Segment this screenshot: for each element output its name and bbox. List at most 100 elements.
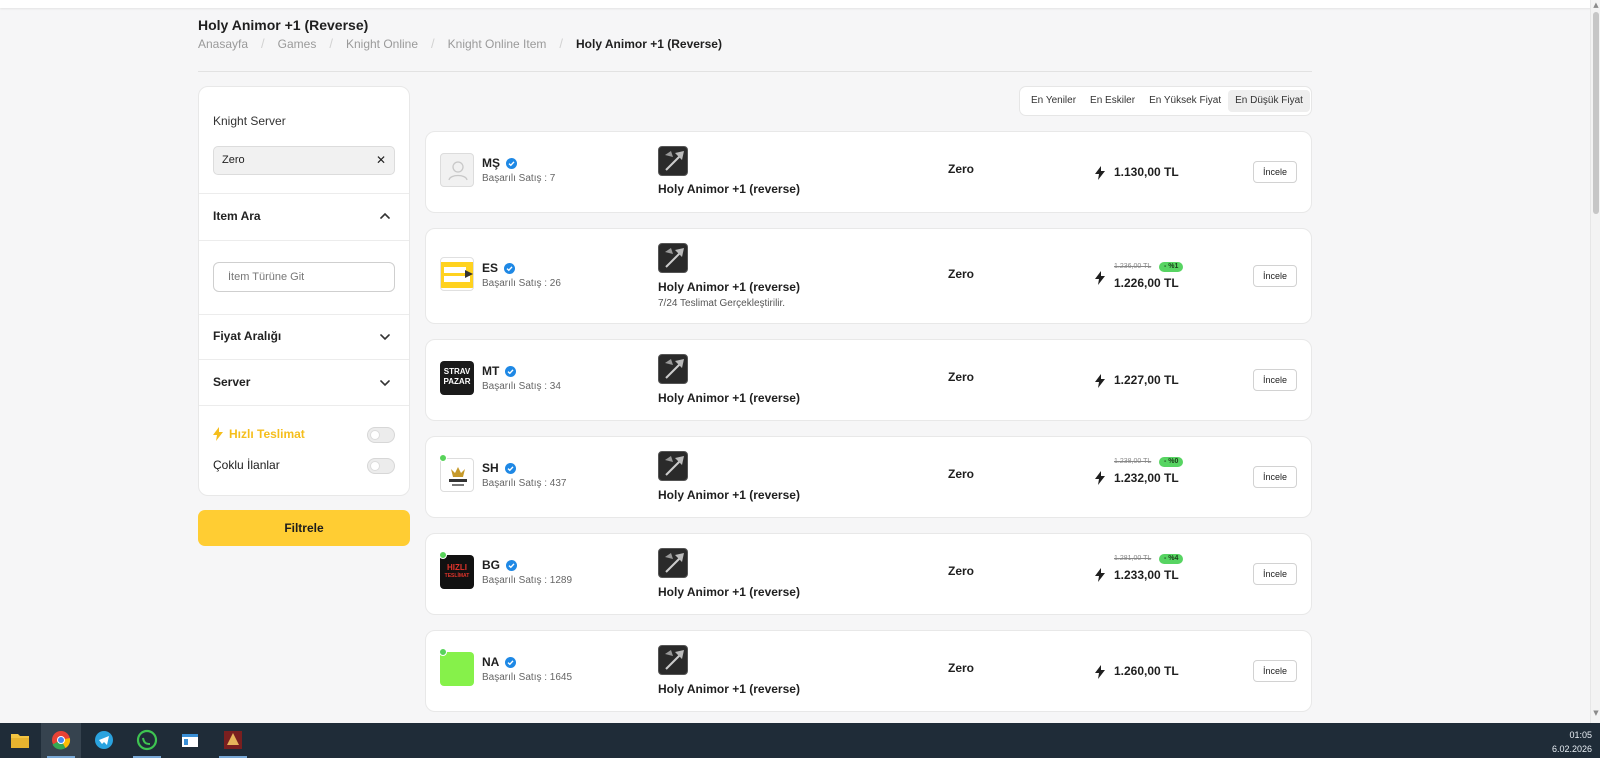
item-name: Holy Animor +1 (reverse) bbox=[658, 488, 800, 502]
axe-item-icon bbox=[658, 451, 688, 481]
inspect-button[interactable]: İncele bbox=[1253, 466, 1297, 488]
listing-server: Zero bbox=[948, 267, 975, 281]
divider bbox=[199, 359, 409, 360]
successful-sales: Başarılı Satış : 1289 bbox=[482, 575, 573, 586]
seller-avatar bbox=[440, 652, 474, 686]
item-name: Holy Animor +1 (reverse) bbox=[658, 182, 800, 196]
item-name: Holy Animor +1 (reverse) bbox=[658, 391, 800, 405]
breadcrumb-separator: / bbox=[329, 36, 333, 51]
item-name: Holy Animor +1 (reverse) bbox=[658, 682, 800, 696]
listing-price: 1.260,00 TL bbox=[1114, 664, 1179, 678]
whatsapp-icon[interactable] bbox=[127, 723, 167, 758]
listing-server: Zero bbox=[948, 564, 975, 578]
fast-delivery-toggle[interactable] bbox=[367, 427, 395, 443]
listing-card[interactable]: NA Başarılı Satış : 1645 Holy Animor +1 … bbox=[425, 630, 1312, 712]
verified-badge-icon bbox=[506, 559, 517, 571]
sort-oldest[interactable]: En Eskiler bbox=[1083, 90, 1142, 112]
lightning-icon bbox=[1095, 271, 1105, 285]
scrollbar-thumb[interactable] bbox=[1593, 12, 1599, 214]
chevron-up-icon[interactable] bbox=[379, 210, 391, 222]
verified-badge-icon bbox=[504, 462, 516, 474]
scroll-up-arrow[interactable]: ▲ bbox=[1591, 0, 1600, 10]
avatar-text: HIZLI bbox=[447, 563, 467, 572]
listing-card[interactable]: SH Başarılı Satış : 437 Holy Animor +1 (… bbox=[425, 436, 1312, 518]
inspect-button[interactable]: İncele bbox=[1253, 563, 1297, 585]
listing-card[interactable]: MŞ Başarılı Satış : 7 Holy Animor +1 (re… bbox=[425, 131, 1312, 213]
lightning-icon bbox=[1095, 568, 1105, 582]
inspect-button[interactable]: İncele bbox=[1253, 660, 1297, 682]
lightning-icon bbox=[1095, 374, 1105, 388]
cargo-logo bbox=[441, 262, 473, 288]
system-clock[interactable]: 01:05 6.02.2026 bbox=[1552, 728, 1592, 756]
successful-sales: Başarılı Satış : 437 bbox=[482, 478, 567, 489]
clock-time: 01:05 bbox=[1569, 730, 1592, 740]
chrome-icon[interactable] bbox=[41, 723, 81, 758]
file-explorer-icon[interactable] bbox=[0, 723, 40, 758]
multi-listings-label: Çoklu İlanlar bbox=[213, 458, 280, 472]
scroll-down-arrow[interactable]: ▼ bbox=[1591, 708, 1600, 718]
item-name: Holy Animor +1 (reverse) bbox=[658, 585, 800, 599]
axe-item-icon bbox=[658, 354, 688, 384]
listing-price: 1.233,00 TL bbox=[1114, 568, 1179, 582]
listing-server: Zero bbox=[948, 370, 975, 384]
verified-badge-icon bbox=[505, 365, 517, 377]
axe-item-icon bbox=[658, 146, 688, 176]
discount-badge: - %4 bbox=[1159, 554, 1184, 564]
seller-avatar bbox=[440, 257, 474, 291]
window-app-icon[interactable] bbox=[170, 723, 210, 758]
seller-name: MŞ bbox=[482, 156, 517, 170]
divider bbox=[199, 240, 409, 241]
page-scrollbar[interactable]: ▲ ▼ bbox=[1590, 0, 1600, 723]
listing-price: 1.226,00 TL bbox=[1114, 276, 1179, 290]
listing-price: 1.227,00 TL bbox=[1114, 373, 1179, 387]
online-status-dot bbox=[439, 454, 447, 462]
user-icon bbox=[448, 161, 468, 181]
breadcrumb-knight-online[interactable]: Knight Online bbox=[346, 37, 418, 51]
header-divider bbox=[198, 71, 1312, 72]
axe-item-icon bbox=[658, 548, 688, 578]
sort-highest-price[interactable]: En Yüksek Fiyat bbox=[1142, 90, 1228, 112]
listing-price: 1.130,00 TL bbox=[1114, 165, 1179, 179]
seller-avatar bbox=[440, 458, 474, 492]
seller-name: NA bbox=[482, 655, 517, 669]
seller-name: SH bbox=[482, 461, 516, 475]
telegram-icon[interactable] bbox=[84, 723, 124, 758]
multi-listings-toggle[interactable] bbox=[367, 458, 395, 474]
divider bbox=[199, 314, 409, 315]
listing-card[interactable]: ES Başarılı Satış : 26 Holy Animor +1 (r… bbox=[425, 228, 1312, 324]
item-type-search-input[interactable] bbox=[213, 262, 395, 292]
chevron-down-icon[interactable] bbox=[379, 377, 391, 389]
lightning-icon bbox=[1095, 665, 1105, 679]
delivery-note: 7/24 Teslimat Gerçekleştirilir. bbox=[658, 298, 786, 309]
inspect-button[interactable]: İncele bbox=[1253, 161, 1297, 183]
successful-sales: Başarılı Satış : 1645 bbox=[482, 672, 573, 683]
inspect-button[interactable]: İncele bbox=[1253, 265, 1297, 287]
close-icon[interactable]: ✕ bbox=[376, 147, 386, 174]
price-range-section-title[interactable]: Fiyat Aralığı bbox=[213, 329, 281, 343]
listing-server: Zero bbox=[948, 467, 975, 481]
sort-newest[interactable]: En Yeniler bbox=[1024, 90, 1083, 112]
breadcrumb-knight-online-item[interactable]: Knight Online Item bbox=[448, 37, 547, 51]
axe-item-icon bbox=[658, 243, 688, 273]
server-filter-chip[interactable]: Zero ✕ bbox=[213, 146, 395, 175]
breadcrumb-separator: / bbox=[559, 36, 563, 51]
top-bar bbox=[0, 0, 1600, 8]
server-section-title[interactable]: Server bbox=[213, 375, 250, 389]
divider bbox=[199, 405, 409, 406]
inspect-button[interactable]: İncele bbox=[1253, 369, 1297, 391]
filter-button[interactable]: Filtrele bbox=[198, 510, 410, 546]
seller-name: MT bbox=[482, 364, 517, 378]
taskbar: 01:05 6.02.2026 bbox=[0, 723, 1600, 758]
chevron-down-icon[interactable] bbox=[379, 331, 391, 343]
breadcrumb-games[interactable]: Games bbox=[278, 37, 317, 51]
discount-badge: - %1 bbox=[1159, 262, 1184, 272]
knight-server-label: Knight Server bbox=[213, 114, 286, 128]
server-filter-value: Zero bbox=[222, 154, 245, 166]
listing-card[interactable]: STRAV PAZAR MT Başarılı Satış : 34 Holy … bbox=[425, 339, 1312, 421]
item-search-section-title[interactable]: Item Ara bbox=[213, 209, 261, 223]
verified-badge-icon bbox=[506, 157, 517, 169]
breadcrumb-home[interactable]: Anasayfa bbox=[198, 37, 248, 51]
listing-card[interactable]: HIZLI TESLİMAT BG Başarılı Satış : 1289 … bbox=[425, 533, 1312, 615]
game-icon[interactable] bbox=[213, 723, 253, 758]
sort-lowest-price[interactable]: En Düşük Fiyat bbox=[1228, 90, 1310, 112]
